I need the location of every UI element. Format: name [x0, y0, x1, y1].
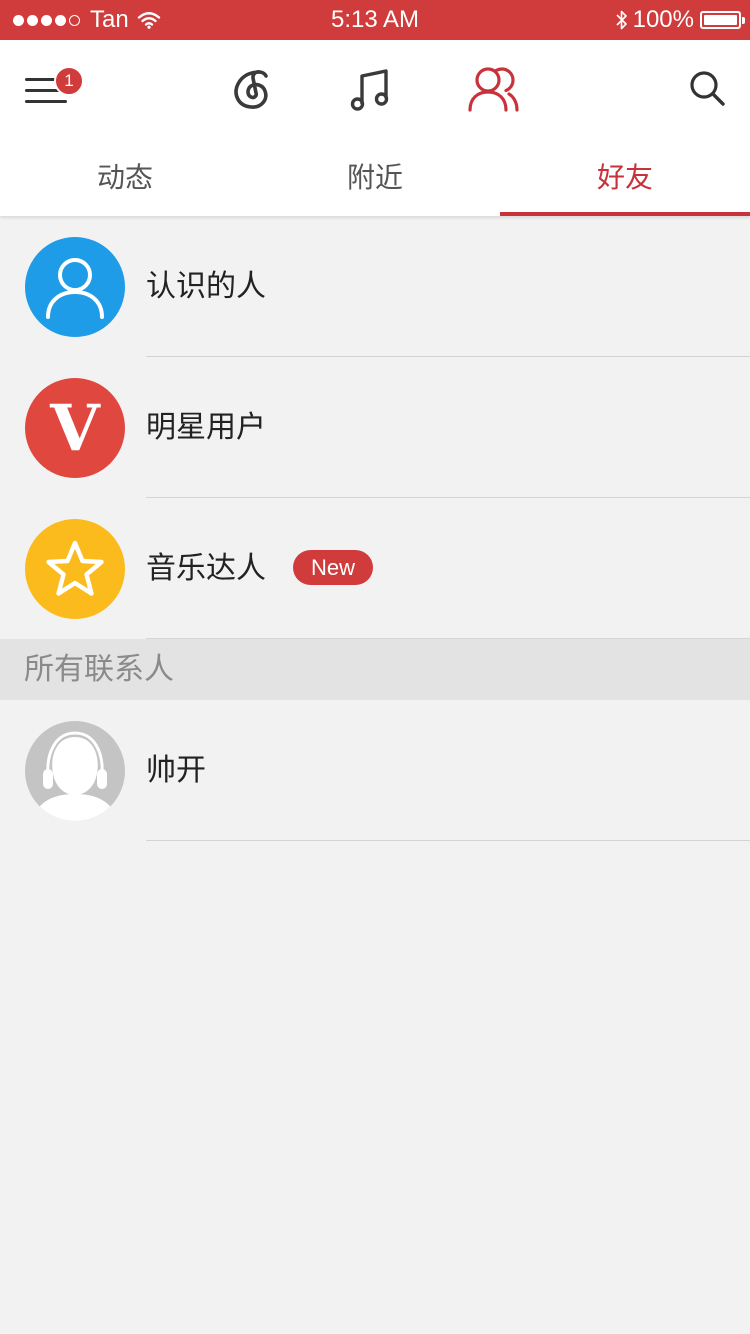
list-item-people-you-know[interactable]: 认识的人	[0, 216, 750, 357]
default-avatar-icon	[25, 721, 125, 821]
status-right: 100%	[615, 0, 745, 40]
top-nav: 1	[0, 40, 750, 136]
v-icon: V	[25, 378, 125, 478]
person-icon	[25, 237, 125, 337]
contact-name: 帅开	[146, 753, 206, 788]
list-item-label: 明星用户	[146, 410, 266, 445]
tab-nearby[interactable]: 附近	[250, 136, 500, 216]
tab-friends-list[interactable]: 好友	[500, 136, 750, 216]
new-badge: New	[293, 550, 373, 585]
music-note-icon	[350, 69, 389, 111]
list-item-label: 认识的人	[146, 269, 266, 304]
notification-badge: 1	[54, 66, 84, 96]
tab-my-music[interactable]	[346, 64, 396, 114]
sub-tab-bar: 动态 附近 好友	[0, 136, 750, 216]
battery-percent: 100%	[632, 6, 694, 33]
star-icon	[25, 519, 125, 619]
bluetooth-icon	[615, 8, 629, 32]
list-item-label: 音乐达人	[146, 551, 266, 586]
search-button[interactable]	[684, 65, 730, 111]
music-brand-icon	[234, 70, 268, 109]
menu-button[interactable]: 1	[22, 64, 84, 114]
battery-icon	[700, 11, 745, 29]
status-bar: Tan 5:13 AM 100%	[0, 0, 750, 40]
divider	[146, 840, 750, 841]
tab-discover[interactable]	[228, 64, 278, 114]
divider	[146, 638, 750, 639]
section-header-all-contacts: 所有联系人	[0, 639, 750, 700]
tab-friends[interactable]	[466, 62, 520, 116]
list-item-celebrity-users[interactable]: V 明星用户	[0, 357, 750, 498]
list-item-music-experts[interactable]: 音乐达人 New	[0, 498, 750, 639]
contact-row[interactable]: 帅开	[0, 700, 750, 841]
tab-activity[interactable]: 动态	[0, 136, 250, 216]
friends-icon	[468, 67, 519, 112]
friends-list: 认识的人 V 明星用户 音乐达人 New 所有联系人 帅开	[0, 216, 750, 841]
search-icon	[690, 71, 725, 106]
